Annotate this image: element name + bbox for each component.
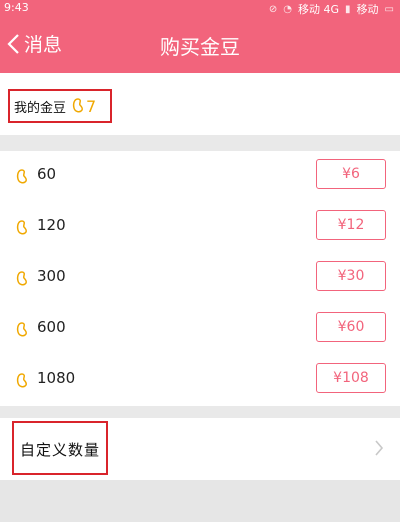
bean-package-list: 60 ¥6 120 ¥12 300 ¥30 600 ¥60 1080 ¥108	[0, 151, 400, 406]
package-amount: 300	[37, 267, 66, 285]
signal-carrier-2: 移动	[356, 3, 379, 16]
package-row: 120 ¥12	[0, 202, 400, 253]
buy-price-button[interactable]: ¥60	[316, 312, 386, 342]
battery-icon: ▭	[384, 3, 394, 15]
my-beans-count: 7	[86, 96, 97, 116]
mute-icon: ⊘	[268, 3, 278, 15]
buy-price-button[interactable]: ¥6	[316, 159, 386, 189]
bean-icon	[16, 373, 27, 388]
status-indicators: ⊘ ◔ 移动 4G ▮ 移动 ▭	[269, 1, 394, 17]
bean-icon	[16, 169, 27, 184]
bean-icon	[16, 271, 27, 286]
page-title: 购买金豆	[160, 35, 240, 59]
status-time: 9:43	[4, 1, 29, 14]
my-beans-row: 我的金豆 7	[0, 73, 400, 135]
signal-carrier-1: 移动 4G	[298, 3, 340, 16]
bean-icon	[16, 220, 27, 235]
buy-price-button[interactable]: ¥12	[316, 210, 386, 240]
my-beans-highlight: 我的金豆 7	[8, 89, 112, 123]
navigation-bar: 消息 购买金豆	[0, 16, 400, 73]
package-amount: 120	[37, 216, 66, 234]
custom-amount-label: 自定义数量	[20, 441, 101, 459]
package-amount: 1080	[37, 369, 76, 387]
chevron-right-icon	[375, 440, 384, 456]
package-row: 300 ¥30	[0, 253, 400, 304]
bean-icon	[72, 98, 84, 113]
custom-amount-highlight: 自定义数量	[12, 421, 108, 475]
bottom-background	[0, 480, 400, 522]
status-bar: 9:43 ⊘ ◔ 移动 4G ▮ 移动 ▭	[0, 0, 400, 16]
package-row: 60 ¥6	[0, 151, 400, 202]
wifi-icon: ◔	[283, 3, 292, 15]
package-amount: 600	[37, 318, 66, 336]
package-row: 1080 ¥108	[0, 355, 400, 406]
my-beans-label: 我的金豆	[14, 100, 67, 116]
signal-icon: ▮	[345, 3, 351, 15]
buy-price-button[interactable]: ¥30	[316, 261, 386, 291]
package-amount: 60	[37, 165, 57, 183]
package-row: 600 ¥60	[0, 304, 400, 355]
buy-price-button[interactable]: ¥108	[316, 363, 386, 393]
custom-amount-row[interactable]: 自定义数量	[0, 418, 400, 480]
bean-icon	[16, 322, 27, 337]
